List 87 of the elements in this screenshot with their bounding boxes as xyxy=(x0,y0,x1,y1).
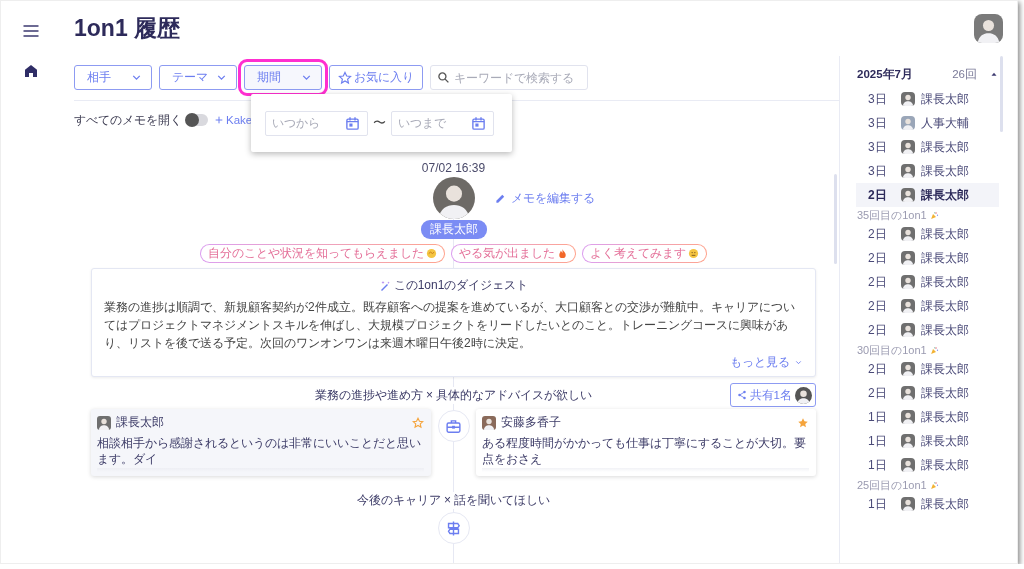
history-item[interactable]: 2日 課長太郎 xyxy=(856,318,999,342)
history-item[interactable]: 1日 課長太郎 xyxy=(856,453,999,477)
avatar xyxy=(901,188,915,202)
reaction-chip: よく考えてみます xyxy=(582,244,707,263)
edit-memo-link[interactable]: メモを編集する xyxy=(495,190,595,207)
search-field[interactable]: キーワードで検索する xyxy=(430,65,588,90)
history-item[interactable]: 2日 課長太郎 xyxy=(856,222,999,246)
history-item[interactable]: 3日 課長太郎 xyxy=(856,135,999,159)
handshake-icon xyxy=(426,248,437,259)
favorite-star-icon[interactable] xyxy=(797,416,809,429)
avatar xyxy=(901,323,915,337)
home-icon[interactable] xyxy=(23,63,39,79)
search-icon xyxy=(437,71,450,84)
memo-author: 安藤多香子 xyxy=(501,414,562,431)
date-field[interactable]: いつまで xyxy=(391,110,494,136)
avatar xyxy=(482,415,496,430)
avatar xyxy=(901,116,915,130)
history-item[interactable]: 3日 人事大輔 xyxy=(856,111,999,135)
history-item[interactable]: 2日 課長太郎 xyxy=(856,357,999,381)
avatar xyxy=(901,299,915,313)
reaction-chip: 自分のことや状況を知ってもらえました xyxy=(200,244,445,263)
flame-icon xyxy=(557,248,568,259)
avatar xyxy=(901,92,915,106)
favorite-filter-button[interactable]: お気に入り xyxy=(329,65,423,90)
digest-text: 業務の進捗は順調で、新規顧客契約が2件成立。既存顧客への提案を進めているが、大口顧客との交渉が難航中。キャリアについてはプロジェクトマネジメントスキルを伸ばし、大規模プロジェクトをリードしたいとのこと。トレーニングコースに興味があり、リストを後で送る予定。次回のワンオンワンは来週木曜日午後2時に決定。 xyxy=(104,299,796,352)
memo-text: ある程度時間がかかっても仕事は丁寧にすることが大切。要点をおさえ xyxy=(482,435,807,467)
face-icon xyxy=(688,248,699,259)
date-field[interactable]: いつから xyxy=(265,110,368,136)
avatar xyxy=(901,251,915,265)
topic-label: 業務の進捗や進め方 × 具体的なアドバイスが欲しい xyxy=(314,386,593,404)
toggle-label: すべてのメモを開く xyxy=(74,111,182,129)
scrollbar[interactable] xyxy=(834,174,837,264)
add-link[interactable]: Kake xyxy=(226,114,253,126)
avatar xyxy=(901,497,915,511)
avatar xyxy=(901,410,915,424)
memo-author: 課長太郎 xyxy=(116,414,165,431)
memo-text: 相談相手から感謝されるというのは非常にいいことだと思います。ダイ xyxy=(97,435,422,467)
filter-dropdown[interactable]: 相手 xyxy=(74,65,152,90)
share-button[interactable]: 共有1名 xyxy=(729,383,816,407)
avatar xyxy=(901,362,915,376)
pencil-icon xyxy=(495,193,506,204)
plus-icon xyxy=(214,115,224,125)
avatar xyxy=(795,386,812,404)
history-item[interactable]: 1日 課長太郎 xyxy=(856,492,999,516)
month-label: 2025年7月 xyxy=(857,66,914,82)
avatar xyxy=(901,386,915,400)
calendar-icon[interactable] xyxy=(345,115,360,131)
party-popper-icon xyxy=(929,480,939,490)
avatar xyxy=(901,434,915,448)
history-item[interactable]: 1日 課長太郎 xyxy=(856,405,999,429)
history-item[interactable]: 2日 課長太郎 xyxy=(856,246,999,270)
history-item[interactable]: 2日 課長太郎 xyxy=(856,381,999,405)
milestone-label: 30回目の1on1 xyxy=(857,342,927,358)
party-popper-icon xyxy=(929,345,939,355)
star-icon xyxy=(338,70,352,85)
avatar xyxy=(901,164,915,178)
history-item[interactable]: 2日 課長太郎 xyxy=(856,270,999,294)
show-more-link[interactable]: もっと見る xyxy=(730,354,803,371)
milestone-label: 35回目の1on1 xyxy=(857,207,927,223)
avatar xyxy=(97,415,111,430)
history-item[interactable]: 2日 課長太郎 xyxy=(856,294,999,318)
history-item[interactable]: 1日 課長太郎 xyxy=(856,429,999,453)
calendar-icon[interactable] xyxy=(471,115,486,131)
history-item[interactable]: 3日 課長太郎 xyxy=(856,87,999,111)
range-separator: 〜 xyxy=(373,114,386,132)
topic-label: 今後のキャリア × 話を聞いてほしい xyxy=(356,492,551,509)
scrollbar[interactable] xyxy=(1000,56,1003,132)
history-item[interactable]: 3日 課長太郎 xyxy=(856,159,999,183)
avatar xyxy=(901,458,915,472)
chevron-down-icon xyxy=(794,358,803,367)
avatar xyxy=(901,227,915,241)
avatar xyxy=(901,140,915,154)
history-item[interactable]: 2日 課長太郎 xyxy=(856,183,999,207)
party-popper-icon xyxy=(929,210,939,220)
avatar xyxy=(974,14,1003,43)
toggle-switch[interactable] xyxy=(186,114,208,126)
page-title: 1on1 履歴 xyxy=(74,14,181,43)
avatar xyxy=(901,275,915,289)
digest-title: この1on1のダイジェスト xyxy=(393,277,529,294)
session-datetime: 07/02 16:39 xyxy=(421,161,486,175)
favorite-star-icon[interactable] xyxy=(412,416,424,429)
milestone-label: 25回目の1on1 xyxy=(857,477,927,493)
share-icon xyxy=(736,390,747,400)
session-count: 26回 xyxy=(952,66,977,82)
name-badge: 課長太郎 xyxy=(420,220,487,239)
filter-dropdown[interactable]: テーマ xyxy=(159,65,237,90)
reaction-chip: やる気が出ました xyxy=(451,244,576,263)
